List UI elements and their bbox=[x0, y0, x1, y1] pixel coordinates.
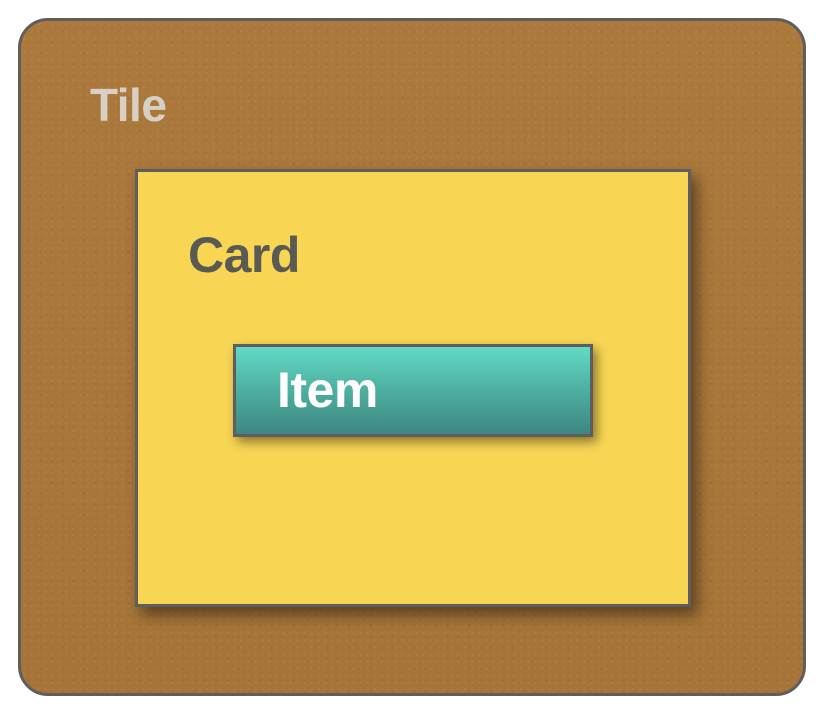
card-label: Card bbox=[188, 227, 300, 283]
item-label: Item bbox=[277, 362, 378, 418]
card-container: Card Item bbox=[135, 169, 691, 607]
tile-container: Tile Card Item bbox=[18, 18, 806, 696]
item-box[interactable]: Item bbox=[233, 344, 593, 437]
tile-label: Tile bbox=[90, 79, 167, 131]
